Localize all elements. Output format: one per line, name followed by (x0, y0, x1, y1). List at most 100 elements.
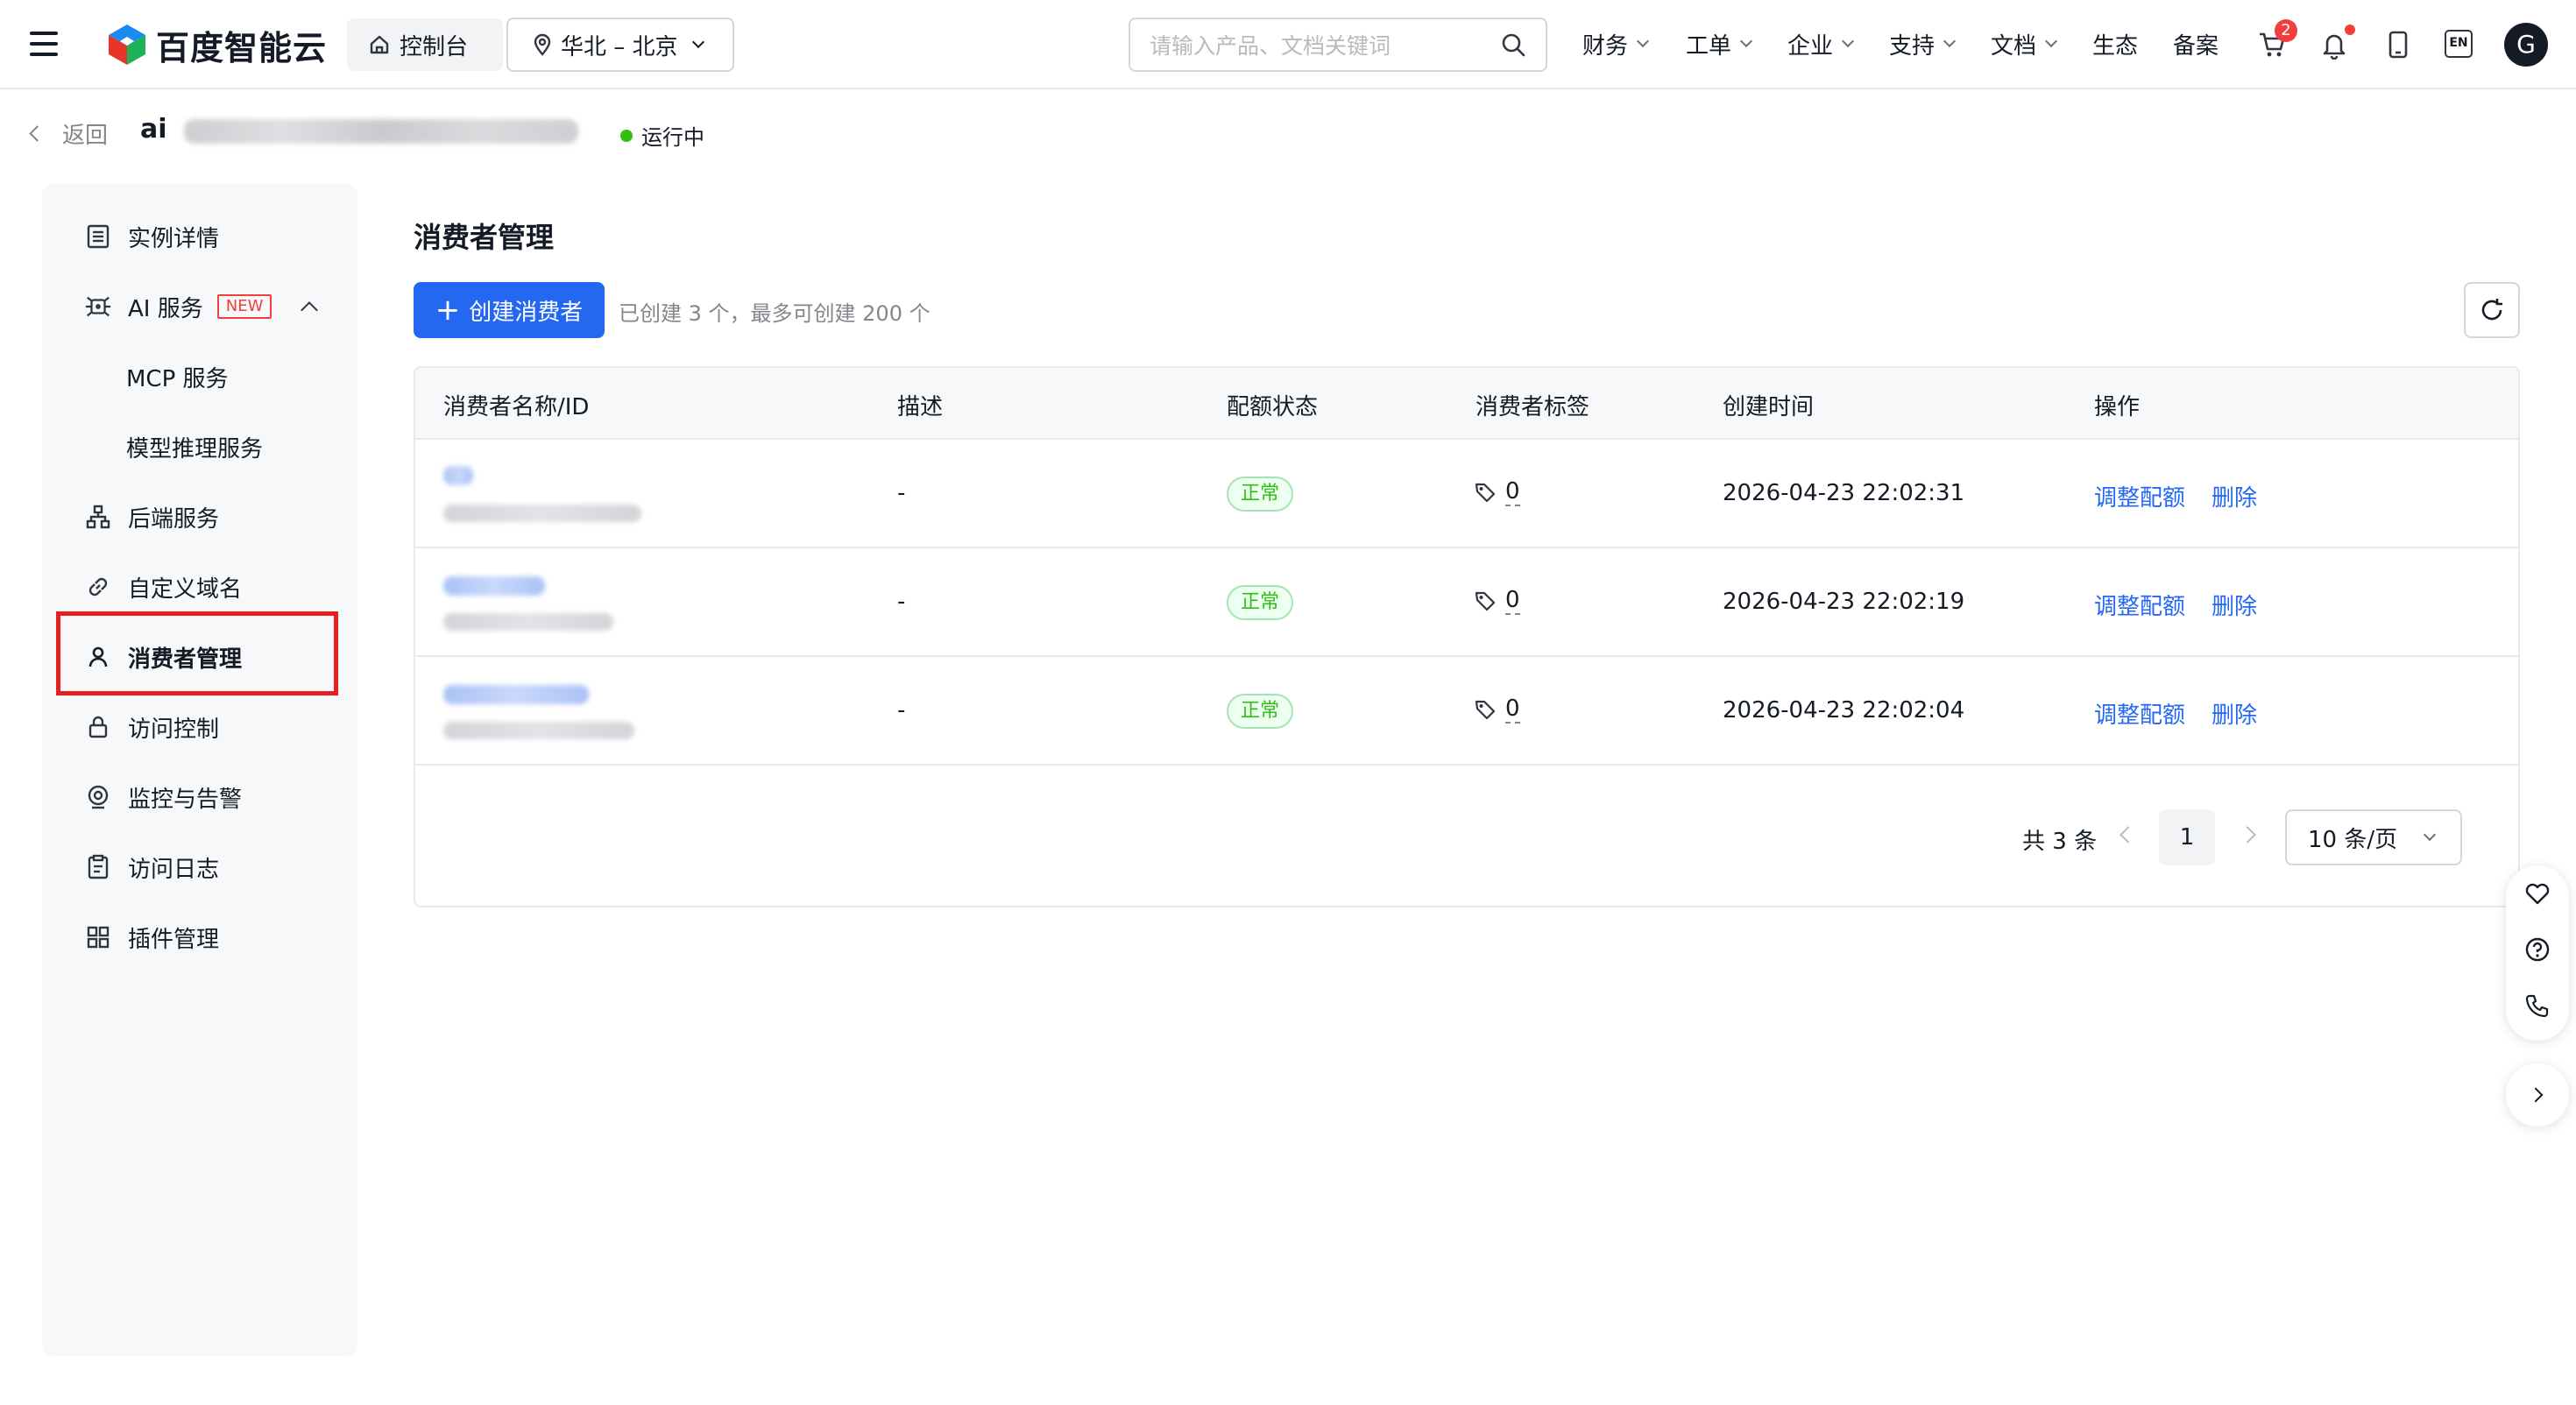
tag-icon (1474, 481, 1497, 504)
language-icon[interactable]: EN (2445, 30, 2473, 58)
chevron-down-icon (1841, 34, 1855, 48)
quota-hint: 已创建 3 个，最多可创建 200 个 (619, 301, 931, 326)
sidebar-item-label: AI 服务 (128, 295, 203, 322)
instance-title-redacted (184, 119, 578, 144)
row-created-at: 2026-04-23 22:02:04 (1723, 697, 1965, 724)
menu-icon[interactable] (30, 32, 58, 56)
active-item-highlight (56, 611, 338, 695)
search-input[interactable]: 请输入产品、文档关键词 (1150, 29, 1500, 60)
consumer-id-redacted (443, 505, 641, 522)
sidebar-item-plugin-management[interactable]: 插件管理 (42, 902, 357, 972)
consumer-name-redacted[interactable] (443, 466, 473, 485)
top-menu-label: 支持 (1889, 32, 1936, 60)
sidebar-item-ai-service[interactable]: AI 服务 NEW (42, 272, 357, 342)
tag-icon (1474, 698, 1497, 721)
row-description: - (897, 480, 906, 506)
quota-status-badge: 正常 (1227, 477, 1294, 512)
sidebar-item-instance-detail[interactable]: 实例详情 (42, 201, 357, 272)
delete-link[interactable]: 删除 (2212, 480, 2257, 512)
brand-logo[interactable]: 百度智能云 (107, 21, 327, 68)
favorite-heart-icon[interactable] (2523, 879, 2551, 914)
column-header-created-at: 创建时间 (1723, 394, 1815, 420)
page-size-label: 10 条/页 (2308, 826, 2398, 853)
pagination-current-page[interactable]: 1 (2159, 809, 2215, 865)
top-menu-ecosystem[interactable]: 生态 (2092, 26, 2138, 61)
chevron-down-icon (691, 35, 704, 49)
top-menu-enterprise[interactable]: 企业 (1787, 26, 1855, 61)
sidebar-item-label: 自定义域名 (128, 575, 243, 603)
column-header-description: 描述 (897, 394, 944, 420)
top-menu-support[interactable]: 支持 (1889, 26, 1957, 61)
bell-icon[interactable] (2320, 30, 2348, 66)
tag-icon (1474, 590, 1497, 612)
column-header-name: 消费者名称/ID (443, 394, 590, 420)
chevron-left-icon (29, 125, 46, 142)
delete-link[interactable]: 删除 (2212, 589, 2257, 621)
notification-dot (2345, 25, 2355, 35)
home-icon (368, 33, 391, 56)
chevron-up-icon[interactable] (301, 301, 319, 319)
create-consumer-button[interactable]: + 创建消费者 (414, 282, 605, 338)
consumer-name-redacted[interactable] (443, 685, 589, 704)
sidebar-item-label: 实例详情 (128, 225, 220, 252)
top-menu-filing[interactable]: 备案 (2173, 26, 2219, 61)
back-button[interactable]: 返回 (29, 117, 108, 150)
delete-link[interactable]: 删除 (2212, 697, 2257, 730)
page-size-select[interactable]: 10 条/页 (2285, 809, 2462, 865)
top-menu-finance[interactable]: 财务 (1582, 26, 1650, 61)
sidebar-item-mcp-service[interactable]: MCP 服务 (42, 342, 357, 412)
column-header-actions: 操作 (2094, 394, 2141, 420)
chevron-down-icon (1636, 34, 1650, 48)
mobile-icon[interactable] (2387, 30, 2410, 66)
region-selector[interactable]: 华北 – 北京 (506, 18, 734, 72)
refresh-button[interactable] (2464, 282, 2520, 338)
monitor-icon (84, 783, 112, 811)
sidebar-item-access-control[interactable]: 访问控制 (42, 692, 357, 762)
log-icon (84, 853, 112, 881)
lock-icon (84, 713, 112, 741)
chevron-down-icon (1943, 34, 1957, 48)
search-box[interactable]: 请输入产品、文档关键词 (1129, 18, 1547, 72)
row-created-at: 2026-04-23 22:02:19 (1723, 589, 1965, 615)
adjust-quota-link[interactable]: 调整配额 (2094, 480, 2185, 512)
sidebar-item-backend-service[interactable]: 后端服务 (42, 482, 357, 552)
link-icon (84, 573, 112, 601)
top-menu-docs[interactable]: 文档 (1991, 26, 2058, 61)
grid-icon (84, 923, 112, 951)
sidebar-item-label: 访问日志 (128, 856, 220, 883)
phone-icon[interactable] (2523, 992, 2551, 1026)
column-header-quota-status: 配额状态 (1227, 394, 1319, 420)
sidebar-item-label: 插件管理 (128, 926, 220, 953)
top-navigation-bar: 百度智能云 控制台 华北 – 北京 请输入产品、文档关键词 财务 工单 企业 支… (0, 0, 2576, 89)
tag-count-value: 0 (1505, 478, 1520, 506)
console-button[interactable]: 控制台 (347, 18, 503, 71)
adjust-quota-link[interactable]: 调整配额 (2094, 589, 2185, 621)
sidebar-item-model-inference[interactable]: 模型推理服务 (42, 412, 357, 482)
top-menu-label: 工单 (1686, 32, 1732, 60)
refresh-icon (2478, 296, 2506, 324)
top-menu-ticket[interactable]: 工单 (1686, 26, 1753, 61)
search-icon[interactable] (1500, 32, 1526, 58)
brand-name: 百度智能云 (156, 28, 328, 67)
help-icon[interactable] (2523, 935, 2551, 970)
top-menu-label: 企业 (1787, 32, 1834, 60)
consumer-name-redacted[interactable] (443, 576, 545, 596)
adjust-quota-link[interactable]: 调整配额 (2094, 697, 2185, 730)
avatar[interactable]: G (2504, 23, 2548, 67)
sidebar-item-label: 模型推理服务 (126, 435, 264, 462)
sidebar-item-monitoring[interactable]: 监控与告警 (42, 762, 357, 832)
instance-title: ai (140, 114, 167, 145)
sidebar-item-access-log[interactable]: 访问日志 (42, 832, 357, 902)
region-label: 华北 – 北京 (561, 33, 678, 60)
plus-icon: + (435, 293, 461, 328)
collapse-toolbar-button[interactable] (2506, 1063, 2569, 1126)
tag-count[interactable]: 0 (1474, 478, 1520, 506)
tag-count[interactable]: 0 (1474, 587, 1520, 615)
column-header-tags: 消费者标签 (1476, 394, 1590, 420)
tag-count-value: 0 (1505, 587, 1520, 615)
location-icon (531, 32, 554, 57)
consumer-id-redacted (443, 722, 634, 739)
create-consumer-label: 创建消费者 (469, 299, 584, 326)
console-label: 控制台 (400, 33, 469, 60)
tag-count[interactable]: 0 (1474, 695, 1520, 724)
